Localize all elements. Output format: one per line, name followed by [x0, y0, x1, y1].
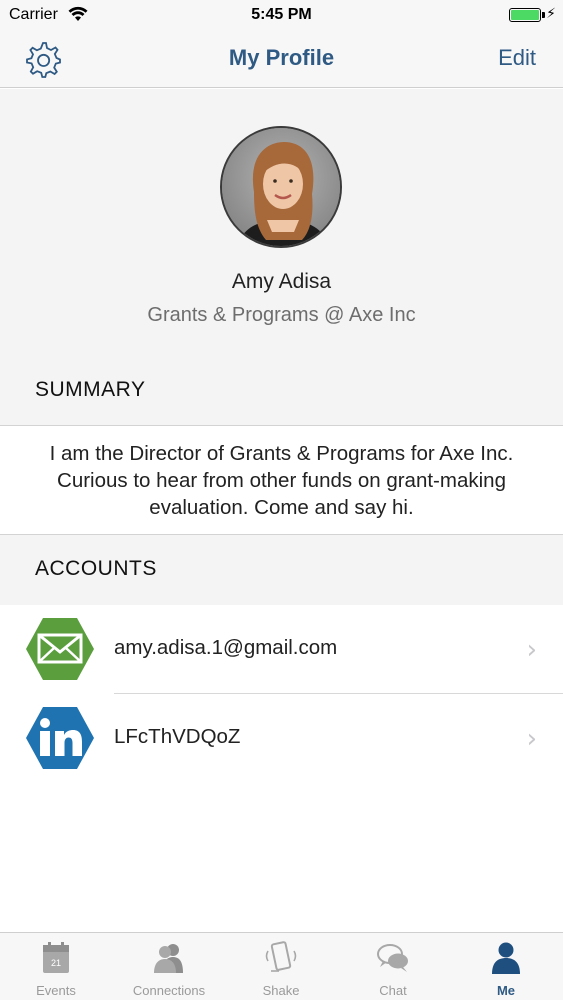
profile-content: Amy Adisa Grants & Programs @ Axe Inc SU… [0, 89, 563, 932]
summary-text: I am the Director of Grants & Programs f… [0, 425, 563, 535]
tab-connections[interactable]: Connections [113, 933, 225, 1000]
chat-bubbles-icon [377, 944, 408, 972]
profile-headline: Grants & Programs @ Axe Inc [147, 304, 416, 326]
account-row-email[interactable]: amy.adisa.1@gmail.com › [0, 605, 563, 694]
battery-icon [509, 8, 541, 22]
tab-chat[interactable]: Chat [337, 933, 449, 1000]
page-title: My Profile [228, 45, 335, 70]
summary-header: SUMMARY [35, 378, 146, 401]
navigation-bar: My Profile Edit [0, 30, 563, 88]
status-bar: Carrier 5:45 PM ⚡ [0, 0, 563, 30]
clock: 5:45 PM [251, 6, 312, 23]
tab-label: Me [496, 983, 516, 998]
phone-shake-icon [265, 941, 297, 972]
person-icon [492, 942, 520, 974]
linkedin-icon [26, 707, 94, 769]
accounts-header: ACCOUNTS [35, 557, 157, 580]
accounts-list: amy.adisa.1@gmail.com › LFcThVDQoZ › [0, 605, 563, 932]
avatar-photo [222, 128, 340, 246]
calendar-day: 21 [51, 958, 61, 968]
email-icon [26, 618, 94, 680]
tab-label: Chat [379, 983, 407, 998]
account-email-label: amy.adisa.1@gmail.com [114, 636, 338, 659]
tab-me[interactable]: Me [450, 933, 562, 1000]
chevron-right-icon: › [526, 724, 537, 754]
edit-button[interactable]: Edit [498, 45, 536, 71]
chevron-right-icon: › [526, 635, 537, 665]
tab-bar: 21 Events Connections Shake Chat Me [0, 932, 563, 1000]
profile-name: Amy Adisa [231, 270, 332, 293]
tab-label: Shake [262, 983, 300, 998]
tab-label: Events [36, 983, 76, 998]
account-row-linkedin[interactable]: LFcThVDQoZ › [0, 694, 563, 782]
people-icon [154, 944, 183, 973]
calendar-icon: 21 [43, 942, 69, 973]
charging-bolt-icon: ⚡ [546, 5, 556, 21]
tab-events[interactable]: 21 Events [0, 933, 112, 1000]
tab-label: Connections [132, 983, 206, 998]
tab-shake[interactable]: Shake [225, 933, 337, 1000]
avatar [220, 126, 342, 248]
account-linkedin-label: LFcThVDQoZ [114, 725, 241, 748]
battery-level [511, 10, 539, 20]
battery-tip [542, 12, 545, 18]
